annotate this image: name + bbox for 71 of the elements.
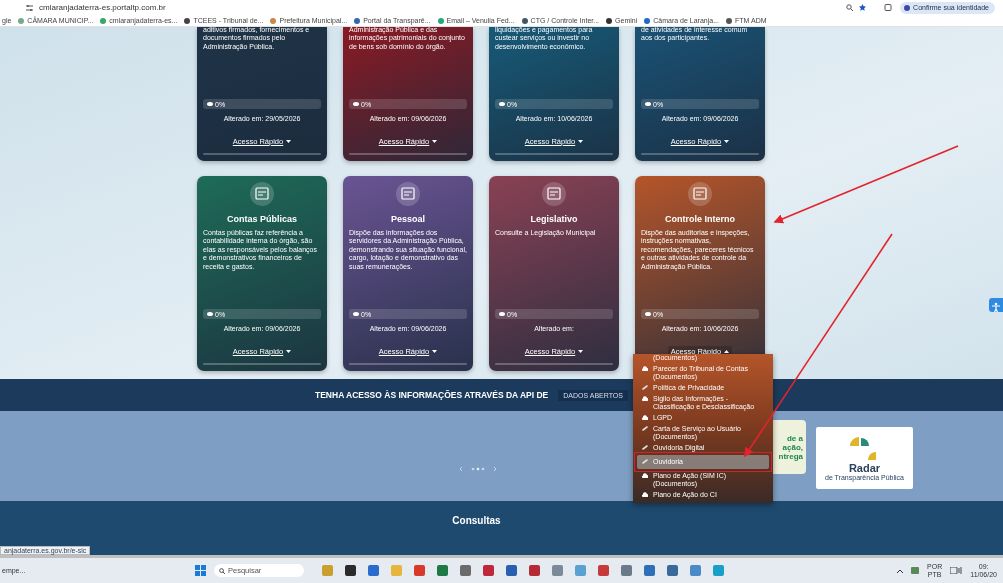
app-icon[interactable] xyxy=(529,565,540,576)
app-icon[interactable] xyxy=(483,565,494,576)
bookmark-icon xyxy=(100,17,107,24)
bookmark-icon xyxy=(644,17,651,24)
app-icon[interactable] xyxy=(506,565,517,576)
banner-text: de a xyxy=(787,433,803,443)
card-title: Contas Públicas xyxy=(227,214,297,224)
windows-logo-icon[interactable] xyxy=(195,565,206,576)
card-title: Legislativo xyxy=(530,214,578,224)
zoom-icon[interactable] xyxy=(846,4,854,11)
tune-icon[interactable] xyxy=(26,4,33,11)
network-icon[interactable] xyxy=(911,567,920,574)
banner-text: ação, xyxy=(782,442,803,452)
app-icon[interactable] xyxy=(345,565,356,576)
document-icon xyxy=(250,182,274,206)
app-icon[interactable] xyxy=(437,565,448,576)
bookmark-icon xyxy=(726,17,732,24)
link-icon xyxy=(642,385,648,390)
eye-icon xyxy=(499,102,505,106)
search-icon xyxy=(219,567,225,574)
caret-icon xyxy=(724,140,730,143)
cloud-icon xyxy=(642,366,648,371)
bookmark-icon xyxy=(437,17,444,24)
eye-icon xyxy=(499,312,505,316)
extension-icon[interactable] xyxy=(882,4,895,11)
accessibility-icon xyxy=(991,302,1001,312)
bookmark-icon xyxy=(270,17,277,24)
app-icon[interactable] xyxy=(460,565,471,576)
link-icon xyxy=(642,426,648,431)
address-bar[interactable]: cmlaranjadaterra-es.portaltp.com.br xyxy=(39,3,841,12)
caret-icon xyxy=(578,350,584,353)
caret-icon xyxy=(432,350,438,353)
cloud-icon xyxy=(642,473,648,478)
card-title: Pessoal xyxy=(391,214,425,224)
radar-title: Radar xyxy=(848,462,881,474)
caret-icon xyxy=(432,140,438,143)
cloud-icon xyxy=(642,492,648,497)
api-banner-text: TENHA ACESSO ÀS INFORMAÇÕES ATRAVÉS DA API DE xyxy=(315,390,549,400)
app-icon[interactable] xyxy=(598,565,609,576)
section-title: Consultas xyxy=(452,515,501,528)
eye-icon xyxy=(645,312,651,316)
link-icon xyxy=(642,459,648,464)
document-icon xyxy=(396,182,420,206)
cloud-icon xyxy=(642,415,648,420)
eye-icon xyxy=(645,102,651,106)
document-icon xyxy=(542,182,566,206)
eye-icon xyxy=(207,312,213,316)
bookmark-icon xyxy=(606,17,613,24)
bookmark-icon xyxy=(18,17,25,24)
eye-icon xyxy=(353,102,359,106)
link-icon xyxy=(642,445,648,450)
card-title: Controle Interno xyxy=(665,214,735,224)
profile-icon xyxy=(904,4,911,11)
app-icon[interactable] xyxy=(644,565,655,576)
caret-icon xyxy=(578,140,584,143)
caret-icon xyxy=(286,350,292,353)
app-icon[interactable] xyxy=(368,565,379,576)
cloud-icon xyxy=(642,396,648,401)
chevron-up-icon[interactable] xyxy=(897,568,904,573)
bookmark-icon xyxy=(184,17,191,24)
banner-text: ntrega xyxy=(778,451,803,461)
star-icon[interactable] xyxy=(859,4,867,11)
app-icon[interactable] xyxy=(667,565,678,576)
document-icon xyxy=(688,182,712,206)
eye-icon xyxy=(353,312,359,316)
carousel-dots[interactable] xyxy=(458,465,498,473)
accessibility-button[interactable] xyxy=(989,298,1003,312)
bookmark-icon xyxy=(354,17,361,24)
eye-icon xyxy=(207,102,213,106)
bookmark-icon xyxy=(521,17,528,24)
caret-icon xyxy=(286,140,292,143)
